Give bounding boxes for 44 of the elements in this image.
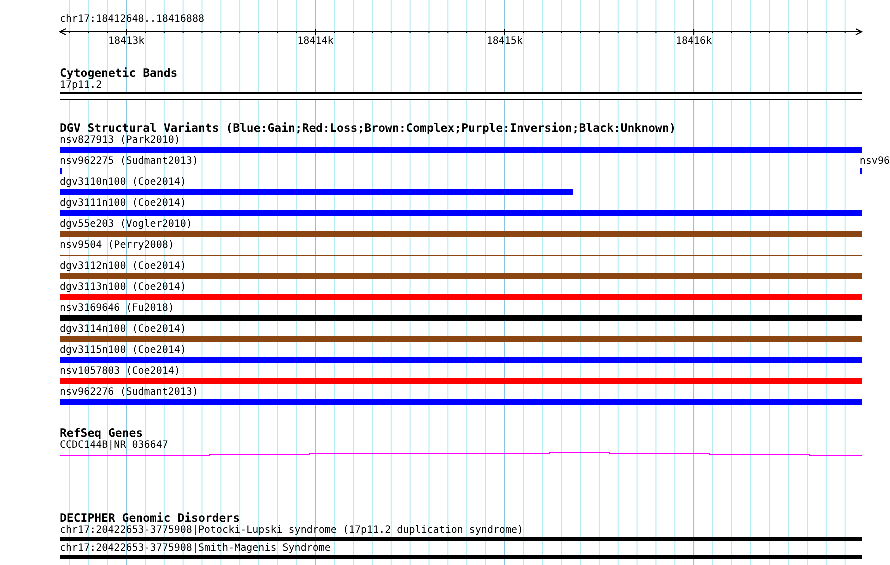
ruler-tick-label: 18416k [676, 36, 712, 47]
feature-label[interactable]: nsv96 [860, 156, 890, 168]
feature-label[interactable]: 17p11.2 [60, 80, 102, 92]
feature-bar[interactable] [60, 231, 862, 237]
feature-label[interactable]: dgv3114n100 (Coe2014) [60, 324, 186, 336]
feature-label[interactable]: dgv3113n100 (Coe2014) [60, 282, 186, 294]
feature-label[interactable]: dgv55e203 (Vogler2010) [60, 219, 192, 231]
feature-bar[interactable] [60, 357, 862, 363]
feature-bar[interactable] [60, 273, 862, 279]
feature-bar[interactable] [60, 378, 862, 384]
feature-label[interactable]: dgv3112n100 (Coe2014) [60, 261, 186, 273]
feature-line[interactable] [60, 255, 862, 256]
track-title: Cytogenetic Bands [60, 67, 178, 80]
feature-bar[interactable] [60, 555, 862, 559]
feature-label[interactable]: nsv962276 (Sudmant2013) [60, 387, 198, 399]
feature-tick[interactable] [60, 168, 62, 174]
feature-bar[interactable] [60, 189, 574, 195]
location-label: chr17:18412648..18416888 [60, 14, 204, 26]
ruler-tick-label: 18415k [486, 36, 523, 47]
feature-bar[interactable] [60, 315, 862, 321]
feature-label[interactable]: nsv3169646 (Fu2018) [60, 303, 174, 315]
feature-label[interactable]: nsv1057803 (Coe2014) [60, 366, 180, 378]
feature-bar[interactable] [60, 399, 862, 405]
feature-label[interactable]: nsv962275 (Sudmant2013) [60, 156, 198, 168]
feature-bar[interactable] [60, 210, 862, 216]
feature-label[interactable]: dgv3111n100 (Coe2014) [60, 198, 186, 210]
feature-bar[interactable] [60, 147, 862, 153]
feature-label[interactable]: chr17:20422653-3775908|Potocki-Lupski syndrome (17p11.2 duplication syndrome) [60, 525, 524, 537]
feature-label[interactable]: CCDC144B|NR_036647 [60, 440, 168, 452]
feature-tick[interactable] [860, 168, 862, 174]
track-title: RefSeq Genes [60, 427, 144, 440]
feature-bar[interactable] [60, 336, 862, 342]
feature-label[interactable]: dgv3115n100 (Coe2014) [60, 345, 186, 357]
feature-label[interactable]: nsv9504 (Perry2008) [60, 240, 174, 252]
ruler-tick-label: 18413k [108, 36, 145, 47]
track-title: DECIPHER Genomic Disorders [60, 512, 240, 525]
ruler-tick-label: 18414k [298, 36, 334, 47]
gene-line[interactable] [60, 452, 862, 456]
feature-bar[interactable] [60, 537, 862, 541]
feature-label[interactable]: dgv3110n100 (Coe2014) [60, 177, 186, 189]
feature-bar[interactable] [60, 294, 862, 300]
feature-label[interactable]: chr17:20422653-3775908|Smith-Magenis Syndrome [60, 543, 331, 555]
feature-label[interactable]: nsv827913 (Park2010) [60, 135, 180, 147]
track-title: DGV Structural Variants (Blue:Gain;Red:Loss;Brown:Complex;Purple:Inversion;Black:Unknown) [60, 122, 676, 135]
